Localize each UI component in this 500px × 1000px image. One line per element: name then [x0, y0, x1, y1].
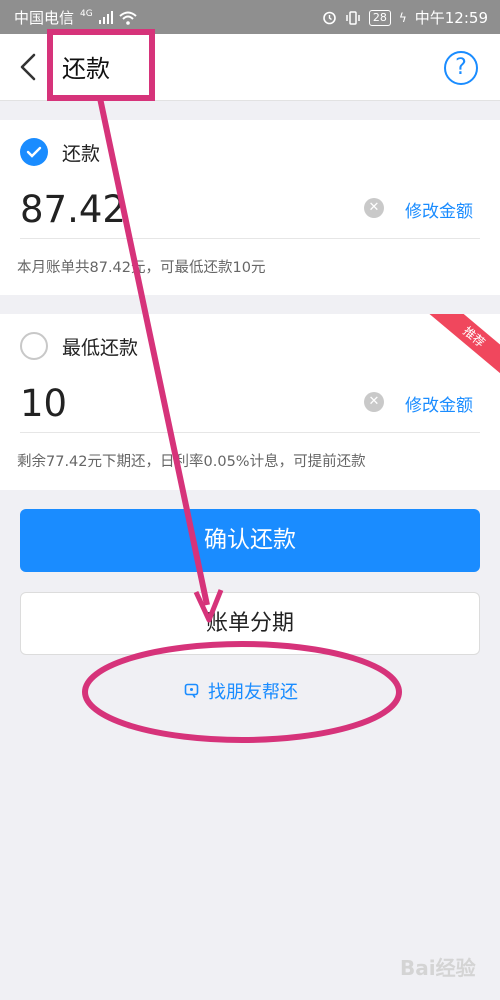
network-label: 4G: [80, 8, 93, 19]
full-repay-card[interactable]: 还款 87.42 ✕ 修改金额 本月账单共87.42元，可最低还款10元: [0, 120, 500, 295]
min-repay-card[interactable]: 推荐 最低还款 10 ✕ 修改金额 剩余77.42元下期还，日利率0.05%计息…: [0, 314, 500, 490]
checked-radio-icon[interactable]: [20, 138, 48, 166]
watermark: Bai经验: [400, 956, 476, 980]
clear-icon[interactable]: ✕: [364, 198, 384, 218]
recommend-badge: 推荐: [428, 314, 500, 378]
signal-icon: [98, 11, 113, 24]
divider: [20, 238, 480, 239]
modify-amount-link[interactable]: 修改金额: [405, 391, 473, 416]
clock: 中午12:59: [414, 9, 488, 27]
min-repay-option[interactable]: 最低还款: [20, 332, 138, 360]
min-repay-note: 剩余77.42元下期还，日利率0.05%计息，可提前还款: [17, 454, 366, 470]
friend-help-label: 找朋友帮还: [208, 682, 298, 703]
vibrate-icon: [346, 10, 360, 25]
clear-icon[interactable]: ✕: [364, 392, 384, 412]
min-repay-amount[interactable]: 10: [20, 382, 67, 425]
help-icon[interactable]: ?: [444, 51, 478, 85]
friend-help-link[interactable]: 找朋友帮还: [184, 678, 298, 704]
full-repay-label: 还款: [62, 142, 101, 165]
carrier-label: 中国电信: [14, 9, 75, 27]
bill-installment-button[interactable]: 账单分期: [20, 592, 480, 655]
full-repay-note: 本月账单共87.42元，可最低还款10元: [17, 260, 266, 276]
status-bar: 中国电信 4G 28 ϟ 中午12:59: [0, 0, 500, 34]
chat-icon: [184, 683, 199, 698]
wifi-icon: [119, 11, 137, 25]
full-repay-option[interactable]: 还款: [20, 138, 100, 166]
unchecked-radio-icon[interactable]: [20, 332, 48, 360]
confirm-repay-button[interactable]: 确认还款: [20, 509, 480, 572]
full-repay-amount[interactable]: 87.42: [20, 188, 126, 231]
divider: [20, 432, 480, 433]
charging-icon: ϟ: [398, 10, 407, 25]
min-repay-label: 最低还款: [62, 336, 139, 359]
battery-level: 28: [368, 9, 391, 26]
page-title: 还款: [62, 55, 110, 83]
alarm-icon: [323, 11, 336, 25]
nav-bar: 还款 ?: [0, 34, 500, 101]
modify-amount-link[interactable]: 修改金额: [405, 197, 473, 222]
back-icon[interactable]: [14, 50, 46, 84]
